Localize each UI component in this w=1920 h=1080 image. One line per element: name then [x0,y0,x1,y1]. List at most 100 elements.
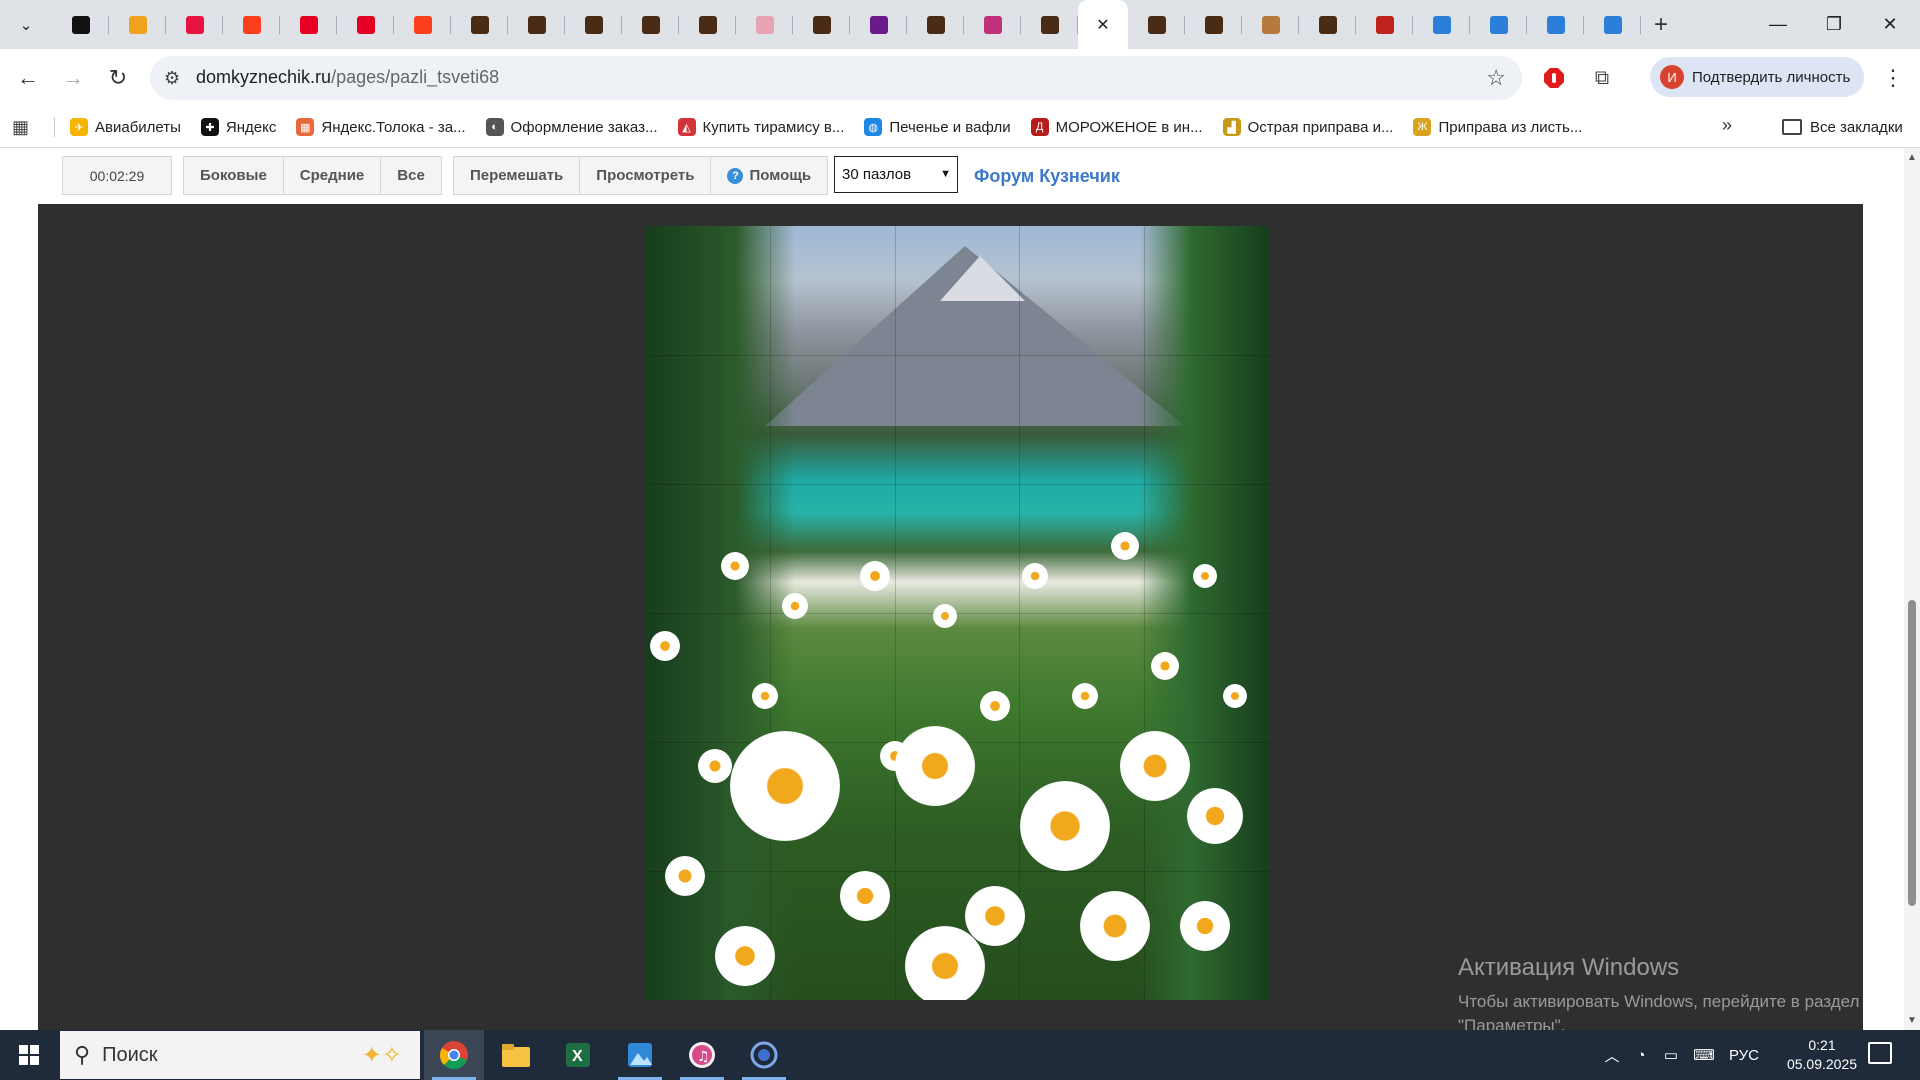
bookmark-item[interactable]: Д МОРОЖЕНОЕ в ин... [1030,118,1203,136]
piece-count-select[interactable]: 30 пазлов ▼ [834,156,958,193]
taskbar-search-label: Поиск [102,1043,158,1066]
ozon-icon [185,15,204,34]
tab-search-button[interactable]: ⌄ [0,0,52,49]
apps-grid-icon[interactable]: ▦ [12,117,29,138]
all-pieces-button[interactable]: Все [381,157,441,194]
scroll-up-icon[interactable]: ▲ [1907,152,1917,163]
browser-tab[interactable] [1470,0,1527,49]
browser-tab[interactable] [394,0,451,49]
taskbar-app[interactable] [734,1030,794,1080]
taskbar-excel[interactable]: X [548,1030,608,1080]
taskbar-file-explorer[interactable] [486,1030,546,1080]
browser-tab[interactable] [565,0,622,49]
address-bar[interactable]: ⚙ domkyznechik.ru/pages/pazli_tsveti68 ☆ [150,56,1522,100]
browser-tab[interactable] [1584,0,1641,49]
forward-button[interactable]: → [55,60,91,96]
extensions-icon[interactable]: ⧉ [1586,62,1618,94]
edge-pieces-button[interactable]: Боковые [184,157,284,194]
taskbar-clock[interactable]: 0:21 05.09.2025 [1774,1036,1870,1074]
bookmark-item[interactable]: ◍ Печенье и вафли [864,118,1011,136]
browser-tab[interactable] [1242,0,1299,49]
browser-tab[interactable] [508,0,565,49]
piece-count-value: 30 пазлов [842,166,912,183]
browser-tab[interactable] [280,0,337,49]
cake-icon [755,15,774,34]
maximize-button[interactable]: ❐ [1806,0,1862,49]
browser-tab[interactable] [1413,0,1470,49]
scroll-down-icon[interactable]: ▼ [1907,1015,1917,1026]
browser-tab[interactable] [622,0,679,49]
bookmark-list: ✈ Авиабилеты ✚ Яндекс ▦ Яндекс.Толока - за...… [70,107,1602,147]
puzzle-image[interactable] [645,226,1269,1000]
browser-tab[interactable] [166,0,223,49]
language-indicator[interactable]: РУС [1722,1047,1766,1064]
daisy-flower [698,749,732,783]
network-icon[interactable]: ◔ [1626,1047,1656,1064]
middle-pieces-button[interactable]: Средние [284,157,382,194]
shuffle-button[interactable]: Перемешать [454,157,581,194]
bookmark-favicon: ◭ [677,118,696,136]
star-badge-icon [71,15,90,34]
browser-tab[interactable] [1299,0,1356,49]
bookmark-item[interactable]: Ж Приправа из листь... [1413,118,1582,136]
bookmark-item[interactable]: ✚ Яндекс [200,118,276,136]
more-bookmarks-icon[interactable]: » [1722,115,1732,136]
bookmark-item[interactable]: ▦ Яндекс.Толока - за... [296,118,466,136]
browser-menu-icon[interactable]: ⋮ [1878,62,1908,94]
browser-tab[interactable] [1128,0,1185,49]
bookmark-item[interactable]: ◐ Оформление заказ... [485,118,658,136]
browser-tab[interactable] [1185,0,1242,49]
browser-tab[interactable] [337,0,394,49]
browser-tab[interactable] [451,0,508,49]
browser-tab[interactable] [850,0,907,49]
piece-seam [645,355,1269,356]
battery-icon[interactable]: ▭ [1656,1046,1686,1064]
url-text[interactable]: domkyznechik.ru/pages/pazli_tsveti68 [196,67,499,88]
adblock-extension-icon[interactable] [1538,62,1570,94]
taskbar-photos[interactable] [610,1030,670,1080]
new-tab-button[interactable]: + [1641,0,1681,49]
bookmark-label: Печенье и вафли [889,118,1011,136]
game-icon [983,15,1002,34]
minimize-button[interactable]: — [1750,0,1806,49]
bookmark-item[interactable]: ✈ Авиабилеты [70,118,181,136]
close-window-button[interactable]: ✕ [1862,0,1918,49]
browser-tab[interactable] [964,0,1021,49]
browser-tab[interactable] [1527,0,1584,49]
profile-button[interactable]: И Подтвердить личность [1650,57,1864,97]
browser-tab[interactable] [109,0,166,49]
taskbar-chrome[interactable] [424,1030,484,1080]
start-button[interactable] [0,1030,58,1080]
close-tab-icon[interactable]: ✕ [1096,15,1109,35]
browser-tab[interactable] [1021,0,1078,49]
browser-tab[interactable] [1356,0,1413,49]
bookmark-star-icon[interactable]: ☆ [1486,65,1506,91]
help-button[interactable]: ? Помощь [711,157,827,194]
show-hidden-icons[interactable]: ︿ [1598,1045,1626,1066]
notifications-icon[interactable] [1868,1042,1892,1064]
keyboard-icon[interactable]: ⌨ [1686,1046,1722,1064]
taskbar-search[interactable]: ⚲ Поиск ✦✧ [60,1031,420,1079]
site-info-icon[interactable]: ⚙ [164,68,180,89]
page-scrollbar[interactable]: ▲ ▼ [1904,148,1920,1030]
browser-tab[interactable]: ✕ [1078,0,1128,49]
preview-button[interactable]: Просмотреть [580,157,712,194]
all-bookmarks-label: Все закладки [1810,118,1903,136]
browser-tab[interactable] [679,0,736,49]
taskbar-music[interactable]: ♫ [672,1030,732,1080]
browser-tab[interactable] [736,0,793,49]
bookmark-item[interactable]: ◭ Купить тирамису в... [677,118,844,136]
reload-button[interactable]: ↻ [100,60,136,96]
bookmark-item[interactable]: ▟ Острая приправа и... [1222,118,1393,136]
browser-tab[interactable] [52,0,109,49]
daisy-flower [1193,564,1217,588]
back-button[interactable]: ← [10,60,46,96]
search-icon: ⚲ [74,1042,91,1067]
puzzle-timer: 00:02:29 [62,156,172,195]
forum-link[interactable]: Форум Кузнечик [974,166,1120,187]
all-bookmarks-button[interactable]: Все закладки [1782,107,1903,147]
browser-tab[interactable] [223,0,280,49]
browser-tab[interactable] [793,0,850,49]
scrollbar-thumb[interactable] [1908,600,1916,906]
browser-tab[interactable] [907,0,964,49]
